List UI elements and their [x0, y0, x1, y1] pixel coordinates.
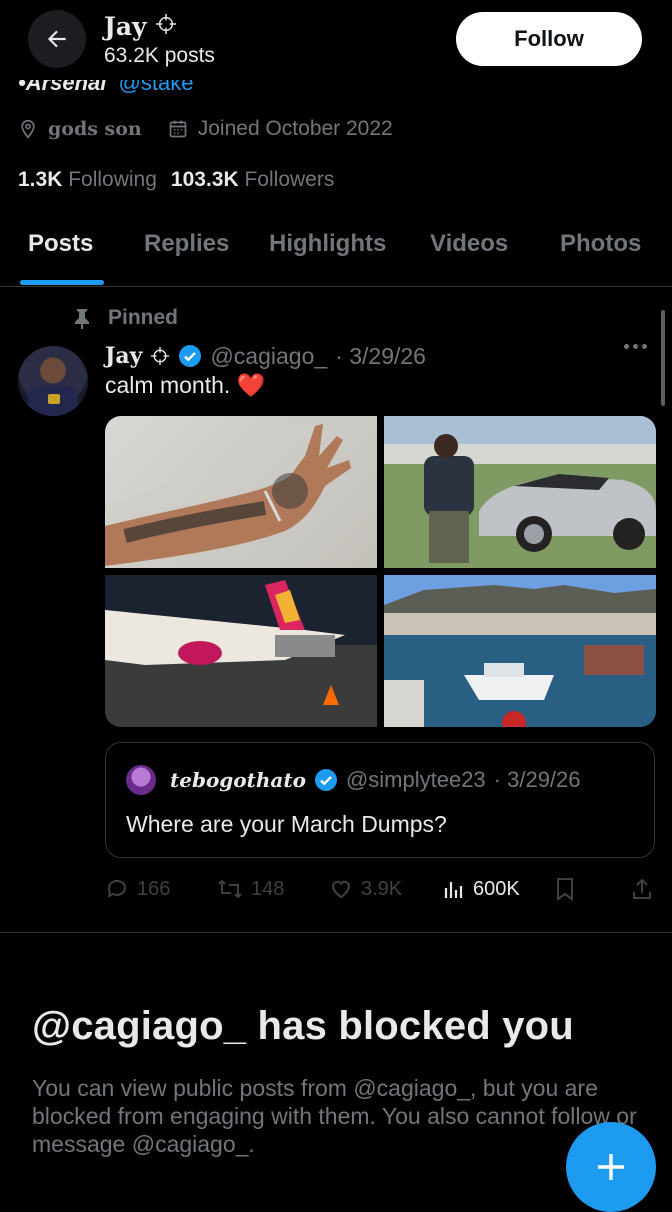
header-name-text: Jay [104, 12, 147, 41]
bar-chart-icon [444, 882, 463, 898]
quoted-handle[interactable]: @simplytee23 [346, 767, 486, 793]
location-icon [18, 119, 38, 139]
post-author-name[interactable]: Jay [105, 343, 142, 369]
quoted-text: Where are your March Dumps? [126, 811, 447, 837]
reply-icon [107, 879, 126, 898]
reply-button[interactable]: 166 [105, 872, 170, 906]
like-button[interactable]: 3.9K [329, 872, 402, 906]
header-title: Jay [104, 12, 177, 41]
tab-videos[interactable]: Videos [430, 230, 508, 258]
tab-photos[interactable]: Photos [560, 230, 641, 258]
quoted-post[interactable]: tebogothato @simplytee23 · 3/29/26 Where… [105, 742, 655, 858]
verified-badge-icon [314, 769, 337, 791]
avatar[interactable] [18, 346, 88, 416]
compose-post-button[interactable] [566, 1122, 656, 1212]
active-tab-indicator [20, 280, 104, 285]
post-date[interactable]: · 3/29/26 [335, 343, 426, 370]
post-header: Jay @cagiago_ · 3/29/26 [105, 340, 426, 372]
quoted-avatar[interactable] [126, 765, 156, 795]
follow-stats: 1.3K Following 103.3K Followers [18, 168, 334, 192]
scrollbar[interactable] [661, 310, 665, 406]
media-photo-car[interactable] [384, 416, 656, 568]
following-link[interactable]: 1.3K Following [18, 168, 157, 191]
plus-icon [598, 1154, 624, 1180]
quoted-author-name[interactable]: tebogothato [170, 768, 306, 792]
media-photo-harbour[interactable] [384, 575, 656, 727]
pinned-indicator: Pinned [72, 306, 178, 330]
location-text: gods son [48, 118, 142, 140]
following-count: 1.3K [18, 168, 63, 191]
followers-link[interactable]: 103.3K Followers [171, 168, 334, 191]
header-posts-count: 63.2K posts [104, 44, 215, 67]
bookmark-button[interactable] [555, 872, 575, 906]
media-photo-airplane[interactable] [105, 575, 377, 727]
quoted-date[interactable]: · 3/29/26 [494, 767, 581, 793]
followers-count: 103.3K [170, 168, 239, 191]
following-label: Following [68, 168, 157, 191]
repost-button[interactable]: 148 [217, 872, 284, 906]
post-text: calm month. ❤️ [105, 372, 266, 398]
more-options-icon[interactable] [624, 344, 647, 349]
back-button[interactable] [28, 10, 86, 68]
divider [0, 932, 672, 933]
repost-icon [218, 879, 242, 899]
blocked-title: @cagiago_ has blocked you [32, 1004, 574, 1048]
crosshair-icon [151, 346, 170, 366]
share-button[interactable] [631, 872, 653, 906]
pin-icon [75, 309, 89, 329]
post-action-bar: 166 148 3.9K 600K [105, 872, 656, 906]
tab-replies[interactable]: Replies [144, 230, 229, 258]
repost-count: 148 [251, 877, 285, 900]
quoted-post-header: tebogothato @simplytee23 · 3/29/26 [170, 765, 581, 795]
joined-text: Joined October 2022 [197, 117, 393, 140]
tab-posts[interactable]: Posts [28, 230, 93, 258]
profile-tabs: Posts Replies Highlights Videos Photos [0, 214, 672, 287]
post-handle[interactable]: @cagiago_ [210, 343, 327, 370]
like-count: 3.9K [361, 877, 403, 900]
tab-highlights[interactable]: Highlights [269, 230, 386, 258]
views-button[interactable]: 600K [443, 872, 520, 906]
blocked-description: You can view public posts from @cagiago_… [32, 1075, 637, 1157]
reply-count: 166 [137, 877, 171, 900]
pinned-label: Pinned [108, 306, 179, 329]
calendar-icon [168, 119, 188, 139]
followers-label: Followers [244, 168, 335, 191]
bookmark-icon [557, 878, 573, 901]
verified-badge-icon [179, 345, 202, 367]
post-media-grid [105, 416, 656, 727]
share-icon [633, 878, 651, 899]
crosshair-icon [155, 13, 176, 35]
views-count: 600K [473, 877, 520, 900]
profile-meta: gods son Joined October 2022 [18, 114, 393, 144]
arrow-left-icon [47, 30, 66, 48]
heart-icon [331, 880, 351, 899]
profile-header: Jay 63.2K posts Follow [0, 0, 672, 80]
media-photo-tattoo-hand[interactable] [105, 416, 377, 568]
follow-button[interactable]: Follow [456, 12, 642, 66]
